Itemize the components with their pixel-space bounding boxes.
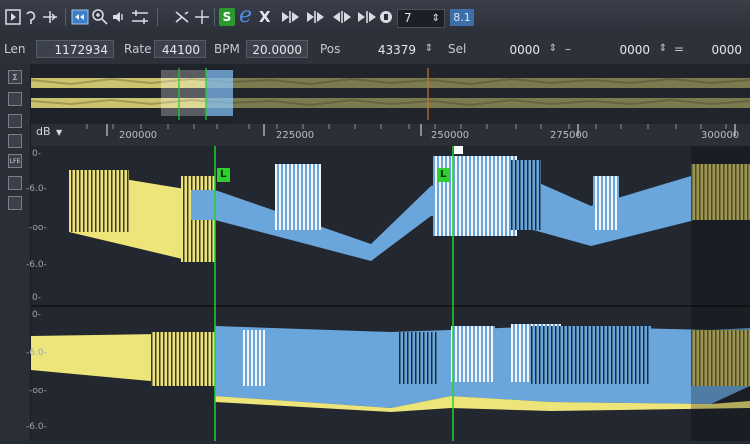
sum-channels-button[interactable]: Σ [8, 70, 22, 84]
lock-icon[interactable] [378, 8, 394, 26]
rate-field[interactable]: 44100 [154, 40, 206, 58]
db-scale-label: -6.0- [26, 184, 47, 194]
ruler-tick-label: 300000 [701, 130, 740, 141]
toolbar-separator [157, 8, 158, 26]
snap-icon[interactable]: S [219, 8, 235, 26]
playhead-flag[interactable] [454, 146, 463, 154]
channel-5-button[interactable] [8, 176, 22, 190]
db-scale-label: -6.0- [26, 260, 47, 270]
waveform-editor[interactable]: L L 0- -6.0- -oo- -6.0- 0- 0- -6.0- -oo-… [26, 146, 750, 441]
ruler-tick-label: 200000 [119, 130, 158, 141]
sel-end-spin-icon[interactable]: ⇕ [656, 40, 670, 58]
prev-region-icon[interactable] [331, 8, 353, 26]
db-scale-label: -6.0- [26, 348, 47, 358]
channel-2-button[interactable] [8, 114, 22, 128]
db-label: dB [36, 125, 51, 138]
speaker-icon[interactable] [110, 8, 126, 26]
version-badge: 8.1 [450, 9, 474, 26]
next-marker-icon[interactable] [304, 8, 326, 26]
db-scale-label: 0- [32, 310, 41, 320]
scroll-follow-icon[interactable] [71, 8, 89, 26]
align-icon[interactable] [130, 8, 150, 26]
bpm-label: BPM [214, 42, 240, 56]
db-scale-label: 0- [32, 149, 41, 159]
db-scale-label: 0- [32, 293, 41, 303]
toolbar-separator [65, 8, 66, 26]
channel-3-button[interactable] [8, 134, 22, 148]
toolbar: S e X 7 ⇕ 8.1 [0, 0, 750, 35]
lfe-button[interactable]: LFE [8, 154, 22, 168]
sel-start-field[interactable]: 0000 [476, 40, 546, 58]
loop-marker-label: L [220, 169, 227, 180]
cut-icon[interactable] [173, 8, 191, 26]
len-field[interactable]: 1172934 [36, 40, 114, 58]
overview-selection [206, 70, 233, 116]
sel-label: Sel [448, 42, 467, 56]
prev-marker-icon[interactable] [279, 8, 301, 26]
channel-1-button[interactable] [8, 92, 22, 106]
channel-strip: Σ LFE [0, 64, 31, 441]
sel-equals: = [674, 42, 685, 56]
sel-start-spin-icon[interactable]: ⇕ [546, 40, 560, 58]
edit-e-icon[interactable]: e [239, 5, 252, 27]
bpm-field[interactable]: 20.0000 [246, 40, 308, 58]
spin-arrows-icon[interactable]: ⇕ [432, 10, 440, 27]
loop-marker-label: L [440, 169, 447, 180]
pos-label: Pos [320, 42, 341, 56]
len-label: Len [4, 42, 26, 56]
loop-play-icon[interactable] [23, 8, 39, 26]
channel-6-button[interactable] [8, 196, 22, 210]
ruler-tick-label: 250000 [431, 130, 470, 141]
delete-x-icon[interactable]: X [259, 8, 271, 26]
waveform-overview[interactable] [30, 64, 750, 124]
crosshair-icon[interactable] [193, 8, 211, 26]
time-ruler[interactable]: 200000 225000 250000 275000 300000 [31, 124, 750, 147]
db-menu[interactable]: dB ▼ [36, 125, 62, 138]
db-scale-label: -oo- [29, 386, 47, 396]
pos-spin-icon[interactable]: ⇕ [422, 40, 436, 58]
db-scale-label: -6.0- [26, 422, 47, 432]
rate-label: Rate [124, 42, 152, 56]
ruler-tick-label: 225000 [276, 130, 315, 141]
chevron-down-icon: ▼ [56, 128, 63, 137]
zoom-icon[interactable] [91, 8, 109, 26]
sel-end-field[interactable]: 0000 [580, 40, 656, 58]
info-bar: Len 1172934 Rate 44100 BPM 20.0000 Pos 4… [0, 34, 750, 65]
ruler-tick-label: 275000 [550, 130, 589, 141]
toolbar-separator [214, 8, 215, 26]
db-scale-label: -oo- [29, 223, 47, 233]
next-region-icon[interactable] [356, 8, 378, 26]
play-cursor-icon[interactable] [41, 8, 59, 26]
subset-value: 7 [404, 11, 412, 25]
play-icon[interactable] [4, 8, 22, 26]
subset-spinbox[interactable]: 7 ⇕ [397, 9, 445, 28]
sel-length-field[interactable]: 0000 [686, 40, 748, 58]
pos-field[interactable]: 43379 [346, 40, 422, 58]
sel-dash: – [565, 42, 571, 56]
